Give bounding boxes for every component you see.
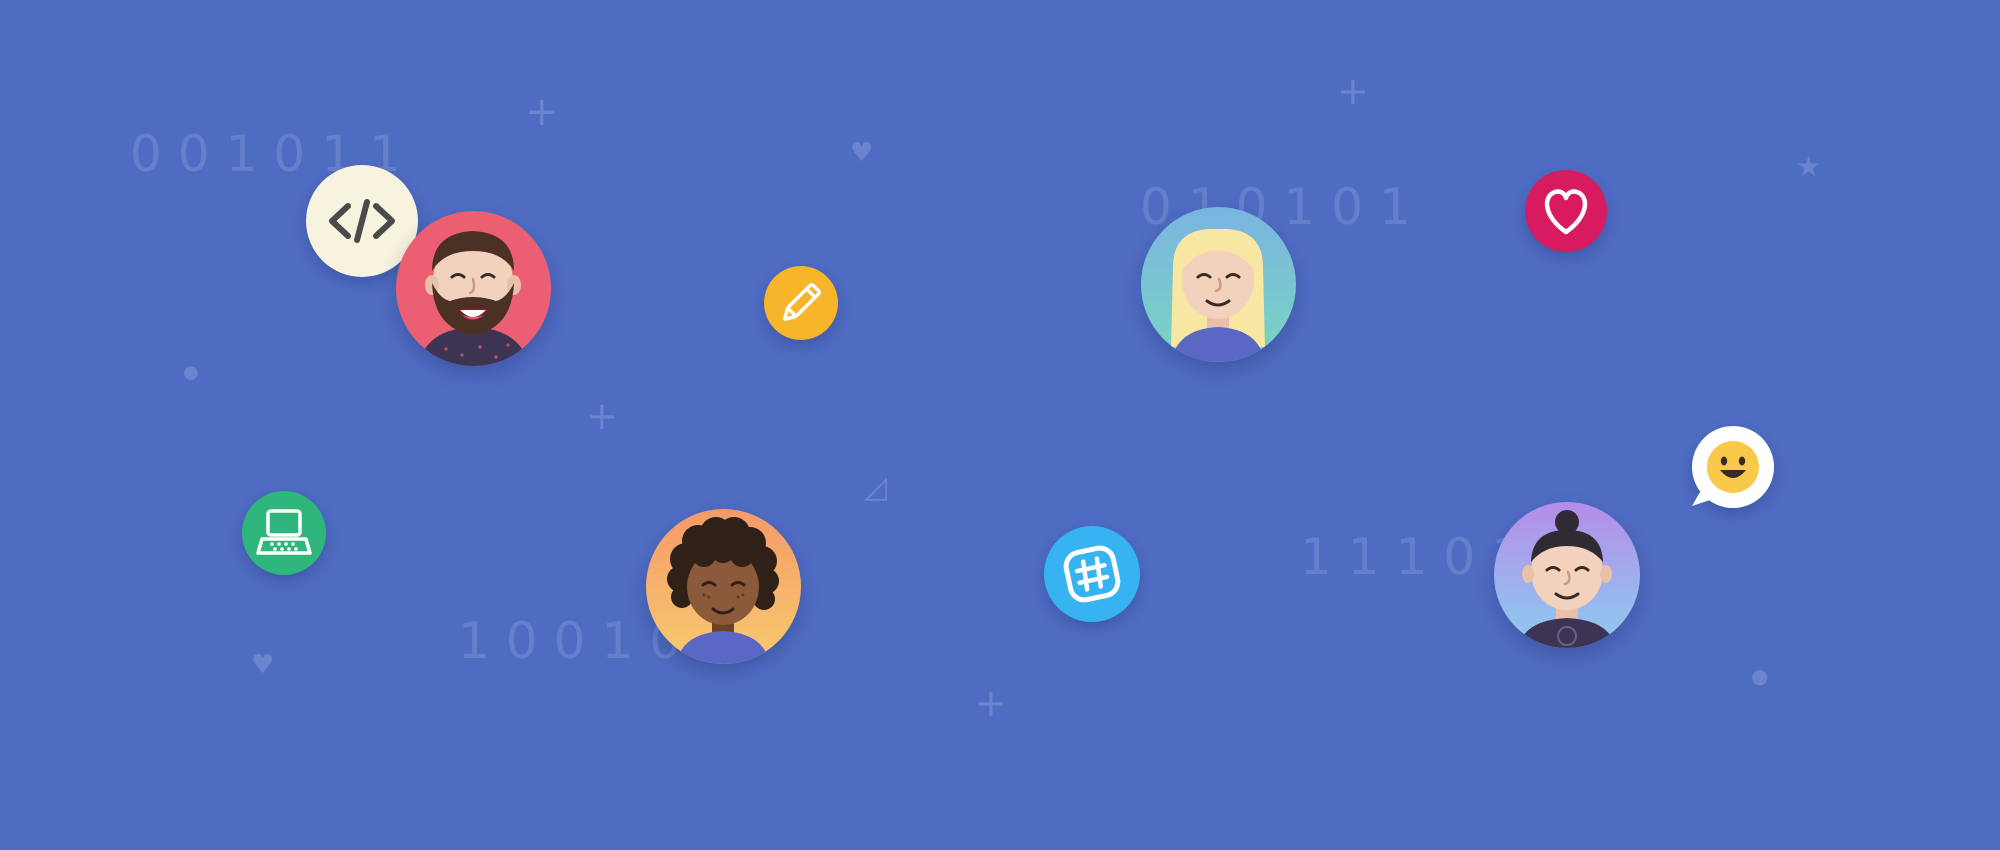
blonde-woman-avatar bbox=[1141, 207, 1296, 362]
star-decoration: ★ bbox=[1796, 150, 1822, 183]
pencil-icon bbox=[782, 282, 822, 322]
plus-decoration: + bbox=[975, 681, 1007, 725]
laptop-icon bbox=[256, 509, 312, 555]
dot-decoration: ● bbox=[183, 362, 199, 383]
illustration-canvas: 001011 010101 10010 11101 + + + + ♥ ♥ ★ … bbox=[0, 0, 2000, 850]
laptop-badge bbox=[242, 491, 326, 575]
heart-decoration: ♥ bbox=[850, 138, 874, 168]
slack-badge bbox=[1044, 526, 1140, 622]
bearded-man-avatar bbox=[396, 211, 551, 366]
heart-decoration: ♥ bbox=[251, 650, 275, 680]
triangle-decoration: ◿ bbox=[864, 470, 888, 505]
bun-hair-avatar bbox=[1494, 502, 1640, 648]
plus-decoration: + bbox=[525, 89, 559, 135]
heart-badge bbox=[1525, 170, 1607, 252]
plus-decoration: + bbox=[1337, 69, 1369, 113]
dot-decoration: ● bbox=[1751, 664, 1769, 688]
curly-hair-avatar bbox=[646, 509, 801, 664]
heart-icon bbox=[1544, 189, 1588, 235]
pencil-badge bbox=[764, 266, 838, 340]
plus-decoration: + bbox=[586, 394, 618, 438]
smile-bubble bbox=[1692, 426, 1774, 508]
slack-hash-icon bbox=[1063, 545, 1121, 603]
smile-emoji-icon bbox=[1692, 441, 1759, 506]
